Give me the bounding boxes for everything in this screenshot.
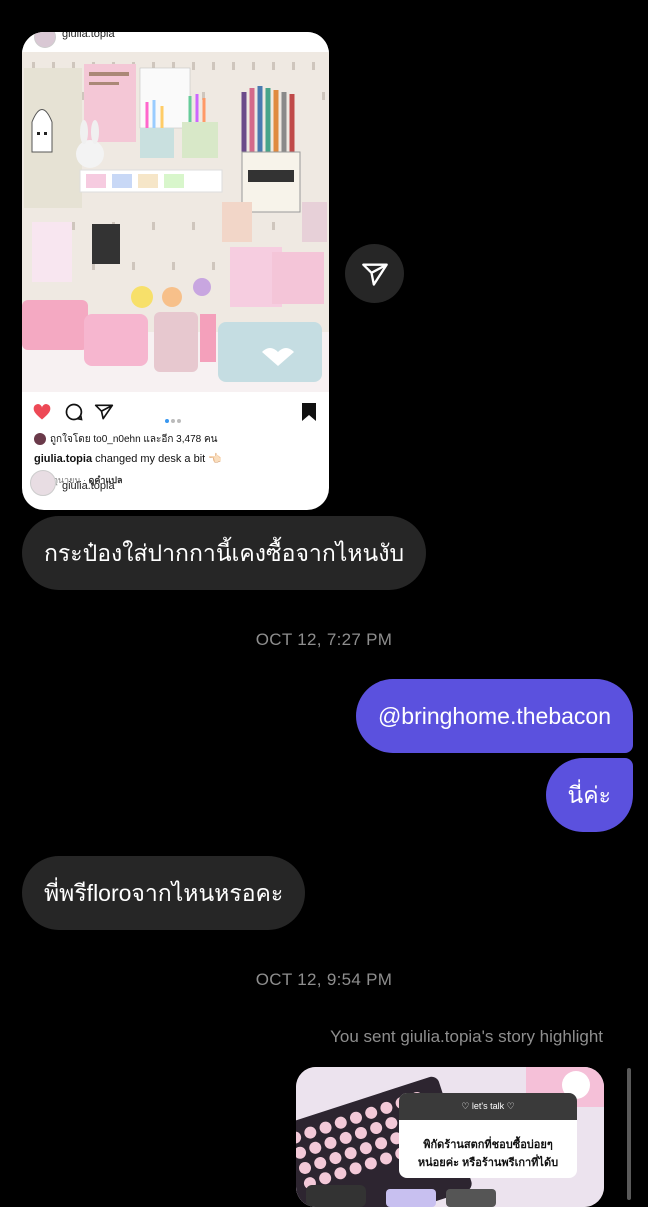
post-image[interactable] bbox=[22, 52, 329, 392]
comment-icon[interactable] bbox=[64, 402, 84, 422]
message-incoming[interactable]: พี่พรีfloroจากไหนหรอคะ bbox=[22, 856, 306, 930]
message-text: พี่พรีfloroจากไหนหรอคะ bbox=[44, 879, 284, 906]
message-outgoing[interactable]: นี่ค่ะ bbox=[545, 758, 633, 832]
message-text: กระป๋องใส่ปากกานี้เคงซื้อจากไหนงับ bbox=[44, 539, 405, 566]
send-arrow-icon bbox=[361, 263, 388, 286]
message-text: @bringhome.thebacon bbox=[377, 702, 611, 729]
carousel-dots bbox=[165, 410, 181, 428]
sticker-line-2: หน่อยค่ะ หรือร้านพรีเกาที่ได้บ bbox=[417, 1157, 559, 1169]
heart-icon[interactable] bbox=[32, 402, 52, 422]
footer-username[interactable]: giulia.topia bbox=[62, 480, 115, 492]
liker-avatar bbox=[34, 433, 46, 446]
caption-text: changed my desk a bit bbox=[95, 453, 206, 465]
scrollbar[interactable] bbox=[627, 1068, 631, 1200]
liked-by-line: ถูกใจโดย to0_n0ehn และอีก 3,478 คน bbox=[34, 432, 218, 447]
message-text: นี่ค่ะ bbox=[567, 781, 611, 808]
forward-share-button[interactable] bbox=[345, 244, 404, 303]
post-header: giulia.topia bbox=[22, 32, 329, 52]
timestamp-divider: OCT 12, 9:54 PM bbox=[255, 970, 393, 989]
share-icon[interactable] bbox=[94, 402, 114, 422]
story-highlight-note: You sent giulia.topia's story highlight bbox=[330, 1027, 603, 1046]
bookmark-icon[interactable] bbox=[300, 402, 318, 422]
shared-post-card[interactable]: giulia.topia ถูกใจโดย to0_n0ehn และอีก 3… bbox=[22, 32, 329, 510]
question-sticker: ♡ let's talk ♡ พิกัดร้านสตกที่ชอบซื้อบ่อ… bbox=[399, 1093, 577, 1178]
liked-by-text: ถูกใจโดย to0_n0ehn และอีก 3,478 คน bbox=[50, 434, 218, 445]
post-author-name[interactable]: giulia.topia bbox=[62, 32, 115, 40]
caption-username[interactable]: giulia.topia bbox=[34, 453, 92, 465]
message-incoming[interactable]: กระป๋องใส่ปากกานี้เคงซื้อจากไหนงับ bbox=[22, 516, 427, 590]
post-actions-row bbox=[22, 392, 329, 432]
message-outgoing[interactable]: @bringhome.thebacon bbox=[355, 679, 633, 753]
timestamp-divider: OCT 12, 7:27 PM bbox=[255, 630, 393, 649]
post-caption: giulia.topia changed my desk a bit 👈🏻 bbox=[34, 452, 222, 465]
footer-avatar[interactable] bbox=[30, 470, 56, 496]
sticker-header: ♡ let's talk ♡ bbox=[399, 1093, 577, 1120]
post-footer: giulia.topia bbox=[22, 470, 329, 510]
sticker-line-1: พิกัดร้านสตกที่ชอบซื้อบ่อยๆ bbox=[423, 1139, 553, 1151]
hand-emoji-icon: 👈🏻 bbox=[205, 453, 222, 465]
post-author-avatar[interactable] bbox=[34, 32, 56, 48]
